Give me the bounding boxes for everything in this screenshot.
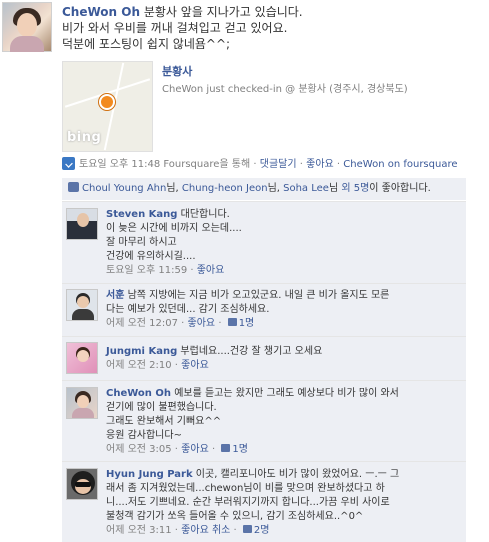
commenter-name[interactable]: Steven Kang — [106, 209, 177, 220]
checkin-caption: CheWon just checked-in @ 분황사 (경주시, 경상북도) — [162, 84, 408, 95]
comment-link[interactable]: 댓글달기 — [260, 159, 297, 170]
post-via: Foursquare을 통해 — [163, 159, 251, 170]
liker-link[interactable]: Choul Young Ahn — [82, 183, 166, 194]
post-message: CheWon Oh 분황사 앞을 지나가고 있습니다. 비가 와서 우비를 꺼내… — [62, 4, 482, 52]
likes-text: 님, — [267, 183, 284, 194]
likes-summary: Choul Young Ahn님, Chung-heon Jeon님, Soha… — [62, 178, 466, 200]
post-line: 덕분에 포스팅이 쉽지 않네욤^^; — [62, 37, 231, 51]
comment-text: 그래도 완보해서 기뻐요^^ — [106, 416, 222, 427]
comment-text: 불청객 감기가 쏘옥 들어올 수 있으니, 감기 조심하세요..^0^ — [106, 511, 364, 522]
comment-like-link[interactable]: 좋아요 — [181, 360, 209, 371]
liker-link[interactable]: Soha Lee — [283, 183, 329, 194]
comment-unlike-link[interactable]: 취소 — [212, 525, 230, 536]
post-author-name[interactable]: CheWon Oh — [62, 5, 140, 19]
bing-logo: bing — [67, 130, 102, 145]
location-pin-icon — [99, 94, 115, 110]
comment-like-link[interactable]: 좋아요 — [197, 265, 225, 276]
comment-text: 걷기에 많이 불편했습니다. — [106, 402, 217, 413]
likes-text: 님, — [166, 183, 182, 194]
comment-like-count[interactable]: 1명 — [239, 318, 255, 329]
comment-text: 남쪽 지방에는 지금 비가 오고있군요. 내일 큰 비가 올지도 모른 — [127, 290, 390, 301]
like-link[interactable]: 좋아요 — [306, 159, 334, 170]
comment-text: 이곳, 캘리포니아도 비가 많이 왔었어요. ㅡ.ㅡ 그 — [195, 469, 400, 480]
comment-text: 래서 좀 지겨웠었는데...chewon님이 비를 맞으며 완보하셨다고 하 — [106, 483, 385, 494]
commenter-name[interactable]: CheWon Oh — [106, 388, 171, 399]
comment-like-link[interactable]: 좋아요 — [181, 444, 209, 455]
post-line: 비가 와서 우비를 꺼내 걸쳐입고 걷고 있어요. — [62, 21, 288, 35]
comment-text: 이 늦은 시간에 비까지 오는데.... — [106, 223, 242, 234]
like-count-icon — [242, 525, 252, 533]
comment-text: 응원 감사합니다~ — [106, 430, 182, 441]
comment: Hyun Jung Park 이곳, 캘리포니아도 비가 많이 왔었어요. ㅡ.… — [62, 462, 466, 542]
comment-time[interactable]: 어제 오전 12:07 — [106, 318, 178, 329]
thumbs-up-icon — [68, 182, 79, 192]
comment: Steven Kang 대단합니다. 이 늦은 시간에 비까지 오는데.... … — [62, 202, 466, 283]
commenter-avatar[interactable] — [66, 342, 98, 374]
comment-text: 대단합니다. — [180, 209, 230, 220]
post-actions: 토요일 오후 11:48 Foursquare을 통해 · 댓글달기 · 좋아요… — [62, 155, 458, 170]
commenter-avatar[interactable] — [66, 208, 98, 240]
comment-time[interactable]: 어제 오전 3:11 — [106, 525, 172, 536]
post-line: 분황사 앞을 지나가고 있습니다. — [143, 5, 303, 19]
app-link[interactable]: CheWon on foursquare — [343, 159, 457, 170]
commenter-avatar[interactable] — [66, 468, 98, 500]
commenter-avatar[interactable] — [66, 289, 98, 321]
comment-text: 니....저도 기쁘네요. 순간 부러워지기까지 합니다...가끔 우비 사이로 — [106, 497, 390, 508]
commenter-name[interactable]: Hyun Jung Park — [106, 469, 193, 480]
checkin-map[interactable]: bing — [62, 61, 153, 152]
comment-time[interactable]: 토요일 오후 11:59 — [106, 265, 187, 276]
commenter-name[interactable]: Jungmi Kang — [106, 346, 177, 357]
separator: · — [299, 159, 303, 170]
post-timestamp[interactable]: 토요일 오후 11:48 — [79, 159, 160, 170]
like-count-icon — [227, 318, 237, 326]
likes-text: 님 — [328, 183, 342, 194]
place-name-link[interactable]: 분황사 — [162, 63, 192, 79]
liker-link[interactable]: Chung-heon Jeon — [182, 183, 268, 194]
comment-text: 잘 마무리 하시고 — [106, 237, 177, 248]
comment: 서훈 남쪽 지방에는 지금 비가 오고있군요. 내일 큰 비가 올지도 모른 다… — [62, 284, 466, 336]
comment-like-count[interactable]: 1명 — [232, 444, 248, 455]
comment-like-link[interactable]: 좋아요 — [188, 318, 216, 329]
foursquare-icon — [62, 157, 75, 170]
comment-text: 건강에 유의하시길.... — [106, 251, 196, 262]
post-author-avatar[interactable] — [2, 2, 52, 52]
commenter-avatar[interactable] — [66, 387, 98, 419]
comment-text: 다는 예보가 있던데... 감기 조심하세요. — [106, 304, 270, 315]
likes-others-link[interactable]: 외 5명 — [341, 183, 369, 194]
separator: · — [336, 159, 341, 170]
commenter-name[interactable]: 서훈 — [106, 290, 124, 301]
comment-text: 부럽네요....건강 잘 챙기고 오세요 — [180, 346, 323, 357]
comment: Jungmi Kang 부럽네요....건강 잘 챙기고 오세요 어제 오전 2… — [62, 337, 466, 380]
comment-text: 예보를 듣고는 왔지만 그래도 예상보다 비가 많이 와서 — [174, 388, 399, 399]
comment-time[interactable]: 어제 오전 2:10 — [106, 360, 172, 371]
likes-text: 이 좋아합니다. — [369, 183, 431, 194]
like-count-icon — [221, 444, 231, 452]
separator: · — [253, 159, 257, 170]
comment-time[interactable]: 어제 오전 3:05 — [106, 444, 172, 455]
comment-like-link[interactable]: 좋아요 — [181, 525, 209, 536]
comment-like-count[interactable]: 2명 — [254, 525, 270, 536]
comment: CheWon Oh 예보를 듣고는 왔지만 그래도 예상보다 비가 많이 와서 … — [62, 381, 466, 461]
